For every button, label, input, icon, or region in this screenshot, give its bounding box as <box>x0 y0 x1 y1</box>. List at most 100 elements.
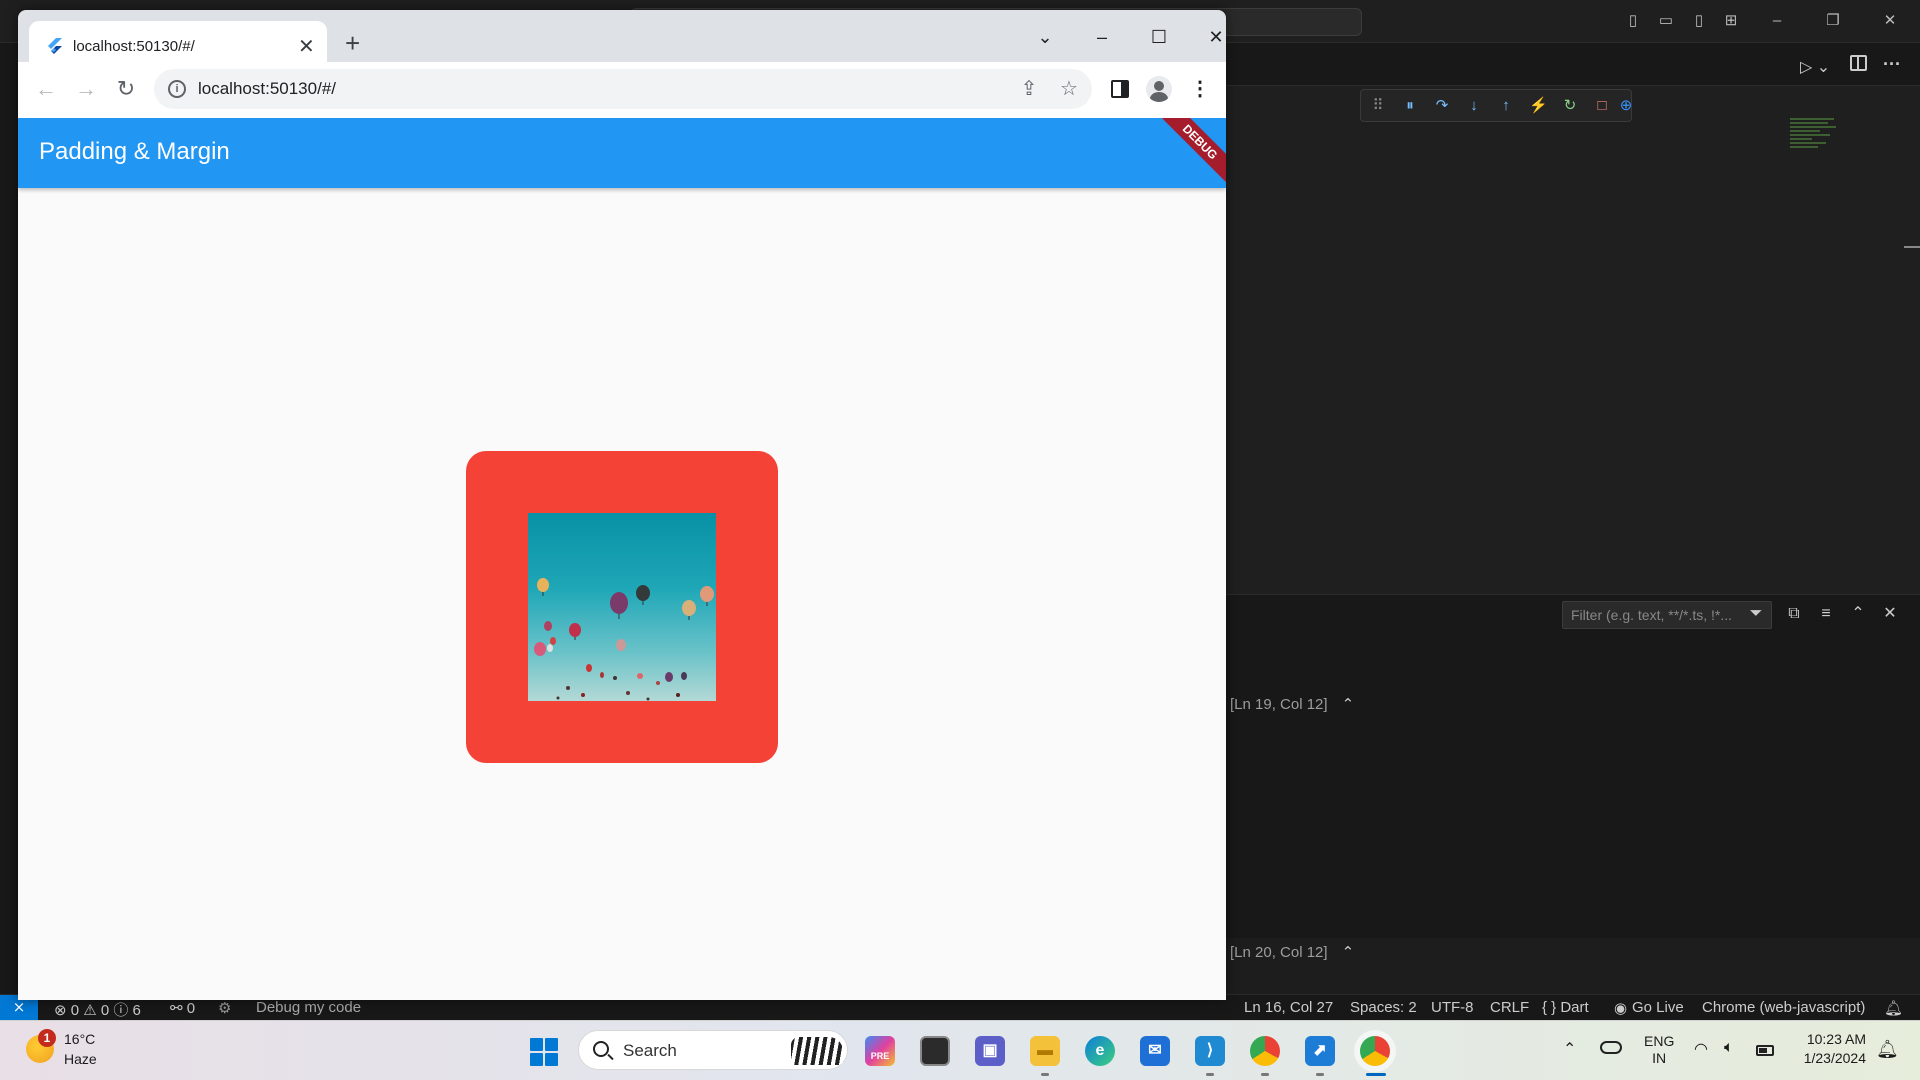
lang-region: IN <box>1652 1050 1667 1066</box>
running-indicator <box>1261 1073 1269 1076</box>
notifications-bell-icon[interactable]: 🔔︎ <box>1884 999 1903 1017</box>
search-label: Search <box>623 1041 677 1060</box>
filter-funnel-icon[interactable]: ⏷ <box>1746 604 1766 624</box>
debug-toolbar: ⠿ ⏸ ↷ ↓ ↑ ⚡ ↻ □ ⊕ <box>1360 89 1632 122</box>
copy-all-icon[interactable]: ⧉ <box>1784 604 1804 624</box>
encoding-status[interactable]: UTF-8 <box>1431 999 1474 1016</box>
site-info-icon[interactable]: i <box>168 80 186 98</box>
file-explorer-icon[interactable]: ▬ <box>1030 1036 1060 1066</box>
teams-chat-icon[interactable]: ▣ <box>975 1036 1005 1066</box>
problems-status[interactable]: ⊗ 0 ⚠ 0 ⓘ 6 <box>54 999 141 1020</box>
maximize-panel-icon[interactable]: ⌃ <box>1848 604 1868 624</box>
app-bar: Padding & Margin <box>18 118 1226 188</box>
debugger-status[interactable]: Chrome (web-javascript) <box>1702 999 1865 1016</box>
vscode-taskbar-icon[interactable]: ⟩ <box>1195 1036 1225 1066</box>
chevron-up-icon[interactable]: ⌃ <box>1342 944 1355 961</box>
edge-icon[interactable]: e <box>1085 1036 1115 1066</box>
drag-handle-icon[interactable]: ⠿ <box>1369 97 1387 115</box>
chrome-menu-icon[interactable]: ⋮ <box>1190 77 1210 101</box>
copilot-pre-icon[interactable]: PRE <box>865 1036 895 1066</box>
tab-title: localhost:50130/#/ <box>73 38 195 55</box>
close-icon[interactable]: ✕ <box>1193 22 1226 52</box>
mail-icon[interactable]: ✉ <box>1140 1036 1170 1066</box>
step-out-icon[interactable]: ↑ <box>1497 97 1515 115</box>
hot-reload-icon[interactable]: ⚡ <box>1529 97 1548 115</box>
debug-target-status[interactable]: Debug my code <box>256 999 361 1016</box>
running-indicator <box>1316 1073 1324 1076</box>
address-bar[interactable]: i localhost:50130/#/ ⇪ ☆ <box>154 69 1092 109</box>
bookmark-star-icon[interactable]: ☆ <box>1058 78 1080 100</box>
chrome-window: localhost:50130/#/ ✕ + ⌄ – ☐ ✕ ← → ↻ i l… <box>18 10 1226 1000</box>
close-panel-icon[interactable]: ✕ <box>1880 604 1900 624</box>
cursor-position[interactable]: Ln 16, Col 27 <box>1244 999 1333 1016</box>
go-live-button[interactable]: Go Live <box>1632 999 1684 1016</box>
step-into-icon[interactable]: ↓ <box>1465 97 1483 115</box>
reload-icon[interactable]: ↻ <box>114 77 138 101</box>
flutter-app: Padding & Margin DEBUG <box>18 118 1226 1000</box>
filter-input[interactable]: Filter (e.g. text, **/*.ts, !*... <box>1562 601 1772 629</box>
tab-search-chevron-icon[interactable]: ⌄ <box>1022 22 1068 52</box>
maximize-icon[interactable]: ☐ <box>1136 22 1182 52</box>
search-highlight-zebra-icon <box>791 1037 843 1065</box>
tab-close-icon[interactable]: ✕ <box>298 34 315 59</box>
taskbar-search[interactable]: Search <box>578 1030 848 1070</box>
split-editor-icon[interactable] <box>1850 55 1867 71</box>
back-arrow-icon[interactable]: ← <box>34 77 58 101</box>
restart-icon[interactable]: ↻ <box>1561 97 1579 115</box>
customize-layout-icon[interactable]: ⊞ <box>1722 12 1740 30</box>
windows-start-icon[interactable] <box>530 1038 558 1066</box>
inspect-widget-icon[interactable]: ⊕ <box>1617 97 1635 115</box>
weather-condition: Haze <box>64 1051 97 1067</box>
onedrive-cloud-icon[interactable] <box>1600 1041 1622 1054</box>
chrome-profile-icon[interactable] <box>1250 1036 1280 1066</box>
more-actions-icon[interactable]: ··· <box>1883 54 1901 75</box>
show-hidden-icons-icon[interactable]: ⌃ <box>1563 1039 1576 1059</box>
word-wrap-icon[interactable]: ≡ <box>1816 604 1836 624</box>
minimize-icon[interactable]: – <box>1079 22 1125 52</box>
clock-date: 1/23/2024 <box>1803 1050 1866 1066</box>
console-line[interactable]: [Ln 19, Col 12] ⌃ <box>1230 695 1354 713</box>
debug-icon[interactable]: ⚙ <box>218 999 231 1017</box>
console-line-text: [Ln 20, Col 12] <box>1230 944 1328 961</box>
vscode-restore-icon[interactable]: ❐ <box>1824 12 1842 30</box>
language-mode[interactable]: { } Dart <box>1542 999 1589 1016</box>
chevron-up-icon[interactable]: ⌃ <box>1342 696 1355 713</box>
chrome-active-icon[interactable] <box>1360 1036 1390 1066</box>
console-line[interactable]: [Ln 20, Col 12] ⌃ <box>1230 943 1354 961</box>
vscode-close-icon[interactable]: ✕ <box>1881 12 1899 30</box>
step-over-icon[interactable]: ↷ <box>1433 97 1451 115</box>
forward-arrow-icon[interactable]: → <box>74 77 98 101</box>
broadcast-icon: ◉ <box>1614 1000 1628 1017</box>
running-indicator <box>1206 1073 1214 1076</box>
wifi-icon[interactable]: ◠ <box>1694 1039 1708 1059</box>
side-panel-icon[interactable] <box>1111 80 1129 98</box>
store-app-icon[interactable]: ⬈ <box>1305 1036 1335 1066</box>
clock-time: 10:23 AM <box>1806 1031 1866 1047</box>
ports-status[interactable]: ⚯ 0 <box>170 999 195 1017</box>
indentation-status[interactable]: Spaces: 2 <box>1350 999 1417 1016</box>
toggle-secondary-sidebar-icon[interactable]: ▯ <box>1690 12 1708 30</box>
input-language[interactable]: ENG IN <box>1644 1033 1674 1067</box>
console-line-text: [Ln 19, Col 12] <box>1230 696 1328 713</box>
pause-icon[interactable]: ⏸ <box>1401 97 1419 115</box>
volume-icon[interactable]: 🔈︎ <box>1724 1039 1734 1057</box>
battery-icon[interactable] <box>1756 1045 1774 1056</box>
notification-center-icon[interactable]: 🔔︎ <box>1876 1039 1899 1060</box>
search-icon <box>593 1041 609 1057</box>
toggle-sidebar-icon[interactable]: ▯ <box>1624 12 1642 30</box>
vscode-minimize-icon[interactable]: – <box>1768 12 1786 30</box>
task-view-icon[interactable] <box>920 1036 950 1066</box>
profile-avatar-icon[interactable] <box>1146 76 1172 102</box>
flutter-favicon-icon <box>48 38 62 54</box>
new-tab-button[interactable]: + <box>345 30 360 56</box>
toggle-panel-icon[interactable]: ▭ <box>1657 12 1675 30</box>
share-icon[interactable]: ⇪ <box>1018 78 1040 100</box>
stop-icon[interactable]: □ <box>1593 97 1611 115</box>
eol-status[interactable]: CRLF <box>1490 999 1529 1016</box>
browser-toolbar: ← → ↻ i localhost:50130/#/ ⇪ ☆ ⋮ <box>18 62 1226 118</box>
scrollbar-marker <box>1904 246 1920 248</box>
activity-bar <box>0 43 18 1000</box>
minimap[interactable] <box>1790 116 1838 182</box>
run-icon[interactable]: ▷ ⌄ <box>1800 57 1830 77</box>
url-text[interactable]: localhost:50130/#/ <box>198 79 336 99</box>
